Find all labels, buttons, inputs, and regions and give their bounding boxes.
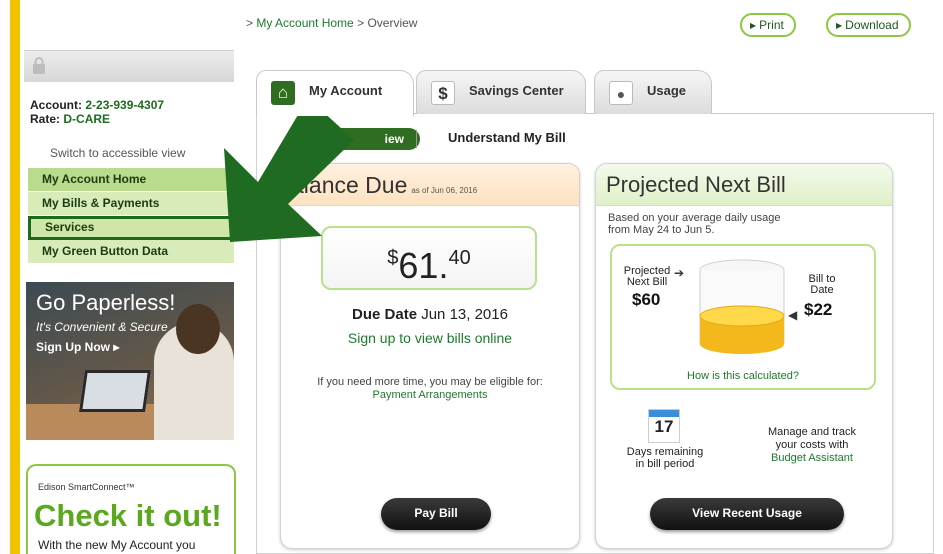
promo-laptop-image (79, 370, 151, 412)
projection-gauge-box: Projected Next Bill $60 ➔ Bill to Date $… (610, 244, 876, 390)
based-line-2: from May 24 to Jun 5. (608, 224, 715, 236)
lock-icon (32, 57, 48, 75)
download-label: Download (845, 18, 899, 32)
smartconnect-body: With the new My Account you (38, 538, 196, 552)
chevron-right-icon: ▸ (113, 340, 120, 354)
understand-my-bill-link[interactable]: Understand My Bill (448, 130, 566, 145)
view-recent-usage-button[interactable]: View Recent Usage (650, 498, 844, 530)
arrow-right-icon: ➔ (674, 266, 685, 280)
more-time-text: If you need more time, you may be eligib… (317, 376, 543, 388)
to-date-amount: $22 (804, 300, 833, 319)
payment-arrangements-link[interactable]: Payment Arrangements (281, 389, 579, 401)
budget-assistant-link[interactable]: Budget Assistant (744, 452, 880, 465)
print-label: Print (759, 18, 784, 32)
days-line-1: Days remaining (626, 446, 704, 458)
breadcrumb-separator: > (357, 16, 365, 30)
days-remaining-number: 17 (654, 417, 674, 436)
download-button[interactable]: ▶ Download (826, 13, 911, 37)
smartconnect-brand: Edison SmartConnect™ (38, 482, 135, 492)
balance-dollars: 61 (398, 245, 439, 286)
sidebar-item-green-button-data[interactable]: My Green Button Data (28, 240, 234, 264)
breadcrumb-home-link[interactable]: My Account Home (256, 16, 353, 30)
due-date-label: Due Date (352, 306, 418, 323)
go-paperless-banner[interactable]: Go Paperless! It's Convenient & Secure S… (26, 282, 234, 440)
to-date-label-line-2: Date (810, 284, 834, 296)
tab-usage-label: Usage (647, 83, 687, 98)
print-button[interactable]: ▶ Print (740, 13, 796, 37)
rate-value: D-CARE (63, 112, 111, 126)
currency-symbol: $ (387, 247, 399, 269)
sidebar-item-my-bills-payments[interactable]: My Bills & Payments (28, 192, 234, 216)
promo-sign-up-link[interactable]: Sign Up Now ▸ (36, 340, 119, 354)
promo-title: Go Paperless! (36, 290, 176, 315)
based-line-1: Based on your average daily usage (608, 212, 781, 224)
tab-my-account-label: My Account (309, 83, 383, 98)
account-info: Account: 2-23-939-4307 Rate: D-CARE (30, 98, 164, 126)
projected-header: Projected Next Bill (596, 164, 892, 206)
subnav-divider (416, 130, 417, 148)
rate-label: Rate: (30, 112, 61, 126)
breadcrumb-prefix: > (246, 16, 254, 30)
sidebar-item-my-account-home[interactable]: My Account Home (28, 168, 234, 192)
to-date-label: Bill to Date (800, 274, 844, 296)
smartconnect-panel: Edison SmartConnect™ Check it out! With … (26, 464, 236, 554)
dollar-icon: $ (431, 81, 455, 105)
tab-usage[interactable]: ● Usage (594, 70, 712, 114)
manage-line-2: your costs with (775, 439, 849, 451)
smartconnect-headline[interactable]: Check it out! (34, 498, 222, 534)
projected-label: Projected Next Bill (616, 266, 678, 288)
manage-line-1: Manage and track (767, 426, 857, 438)
switch-accessible-view-link[interactable]: Switch to accessible view (50, 146, 185, 160)
cylinder-gauge (699, 259, 785, 354)
promo-subtitle: It's Convenient & Secure (36, 320, 168, 334)
tab-savings-center-label: Savings Center (469, 83, 564, 98)
calendar-icon: 17 (648, 409, 680, 443)
tab-savings-center[interactable]: $ Savings Center (416, 70, 586, 114)
account-label: Account: (30, 98, 82, 112)
days-line-2: in bill period (635, 458, 695, 470)
days-remaining-text: Days remaining in bill period (610, 446, 720, 470)
breadcrumb-current: Overview (367, 16, 418, 30)
pay-bill-button[interactable]: Pay Bill (381, 498, 491, 530)
account-number: 2-23-939-4307 (85, 98, 165, 112)
promo-cta-label: Sign Up Now (36, 340, 110, 354)
arrow-left-icon: ◀ (788, 308, 798, 322)
promo-person-head (176, 304, 220, 354)
secure-bar (24, 50, 234, 82)
signup-online-bills-link[interactable]: Sign up to view bills online (281, 330, 579, 346)
sidebar: Account: 2-23-939-4307 Rate: D-CARE Swit… (24, 0, 238, 554)
tab-my-account[interactable]: ⌂ My Account (256, 70, 414, 116)
play-triangle-icon: ▶ (750, 21, 757, 30)
sidebar-item-services[interactable]: Services (28, 216, 234, 240)
manage-costs-text: Manage and track your costs with Budget … (744, 426, 880, 465)
home-icon: ⌂ (271, 81, 295, 105)
how-calculated-link[interactable]: How is this calculated? (612, 370, 874, 382)
projected-next-bill-card: Projected Next Bill Based on your averag… (595, 163, 893, 549)
due-date-line: Due Date Jun 13, 2016 (281, 306, 579, 323)
lightbulb-icon: ● (609, 81, 633, 105)
balance-cents: 40 (448, 247, 471, 269)
balance-as-of: as of Jun 06, 2016 (411, 186, 478, 195)
callout-arrow-icon (224, 98, 354, 242)
projected-amount: $60 (632, 290, 661, 309)
play-triangle-icon: ▶ (836, 21, 843, 30)
sidebar-nav: My Account Home My Bills & Payments Serv… (28, 168, 234, 264)
projected-based-on-text: Based on your average daily usage from M… (608, 212, 780, 236)
yellow-side-bar (10, 0, 20, 554)
projected-label-line-2: Next Bill (626, 276, 668, 288)
calendar-top-strip (649, 410, 679, 417)
due-date-value: Jun 13, 2016 (421, 306, 508, 323)
breadcrumb: > My Account Home > Overview (246, 16, 417, 30)
